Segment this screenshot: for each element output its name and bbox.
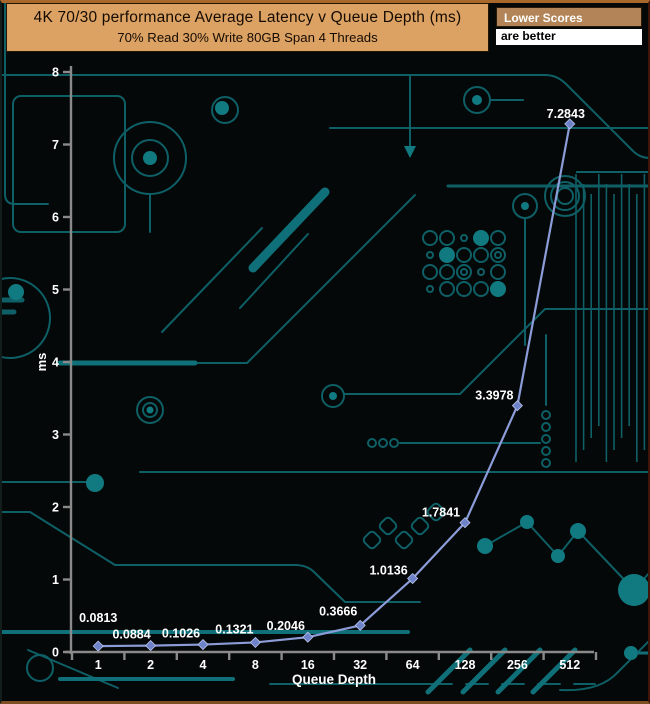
x-tick-label: 2: [147, 658, 154, 672]
data-point-label: 0.3666: [319, 604, 357, 618]
chart-subtitle: 70% Read 30% Write 80GB Span 4 Threads: [7, 30, 488, 45]
y-tick-label: 4: [52, 356, 59, 370]
data-point-label: 1.7841: [422, 506, 460, 520]
x-tick-label: 32: [353, 658, 367, 672]
data-point-marker: [303, 632, 313, 642]
data-point-label: 3.3978: [475, 389, 513, 403]
axis-labels: 0 1 2 3 4 5 6 7 8 1 2 4 8 16 32 64 128 256 512 Queue Depth m…: [34, 66, 580, 688]
axes: [63, 66, 596, 660]
point-labels: 0.0813 0.0884 0.1026 0.1321 0.2046 0.3666 1.01…: [79, 107, 585, 642]
x-tick-label: 16: [301, 658, 315, 672]
x-tick-label: 256: [507, 658, 528, 672]
x-tick-label: 64: [406, 658, 420, 672]
y-tick-label: 7: [52, 138, 59, 152]
y-tick-label: 5: [52, 283, 59, 297]
data-point-label: 1.0136: [369, 564, 407, 578]
x-tick-label: 128: [455, 658, 476, 672]
data-point-label: 0.1321: [215, 622, 253, 636]
x-tick-label: 1: [95, 658, 102, 672]
data-point-marker: [93, 641, 103, 651]
x-tick-label: 512: [559, 658, 580, 672]
x-tick-label: 4: [200, 658, 207, 672]
data-point-label: 0.0884: [112, 628, 150, 642]
x-axis-title: Queue Depth: [292, 672, 376, 687]
y-tick-label: 0: [52, 646, 59, 660]
y-tick-label: 3: [52, 428, 59, 442]
chart-title: 4K 70/30 performance Average Latency v Q…: [7, 9, 488, 27]
are-better-note: are better: [496, 29, 642, 45]
y-tick-label: 6: [52, 211, 59, 225]
y-tick-label: 8: [52, 66, 59, 80]
series-line: [98, 124, 570, 646]
series-markers: [93, 119, 575, 651]
data-point-marker: [146, 641, 156, 651]
data-point-marker: [198, 640, 208, 650]
data-point-label: 0.2046: [267, 619, 305, 633]
y-tick-label: 2: [52, 501, 59, 515]
chart-panel: 0 1 2 3 4 5 6 7 8 1 2 4 8 16 32 64 128 256 512 Queue Depth m…: [0, 0, 650, 704]
data-point-marker: [250, 637, 260, 647]
latency-line-chart: 0 1 2 3 4 5 6 7 8 1 2 4 8 16 32 64 128 256 512 Queue Depth m…: [0, 0, 650, 704]
chart-title-bar: 4K 70/30 performance Average Latency v Q…: [6, 3, 489, 52]
data-point-label: 0.1026: [162, 627, 200, 641]
data-point-label: 0.0813: [79, 611, 117, 625]
data-point-marker: [512, 401, 522, 411]
lower-scores-note: Lower Scores: [496, 7, 642, 27]
data-point-label: 7.2843: [547, 107, 585, 121]
y-axis-title: ms: [34, 353, 49, 372]
y-tick-label: 1: [52, 573, 59, 587]
x-tick-label: 8: [252, 658, 259, 672]
